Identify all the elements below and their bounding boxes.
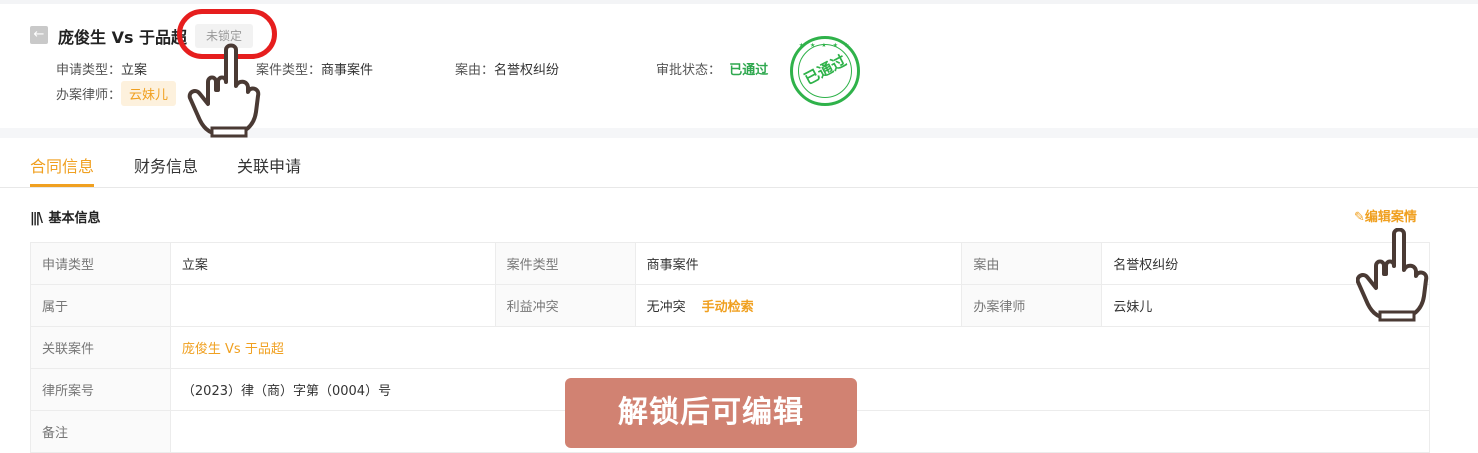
meta-label: 案由： — [455, 63, 495, 78]
manual-search-link[interactable]: 手动检索 — [702, 300, 754, 315]
table-row: 申请类型 立案 案件类型 商事案件 案由 名誉权纠纷 — [30, 242, 1430, 285]
field-value: 立案 — [169, 242, 496, 285]
field-label: 申请类型 — [30, 242, 171, 285]
meta-label: 办案律师： — [56, 88, 122, 103]
meta-value: 名誉权纠纷 — [494, 63, 560, 78]
meta-cause: 案由：名誉权纠纷 — [455, 59, 559, 78]
active-tab-indicator — [30, 184, 94, 187]
field-value: 商事案件 — [634, 242, 963, 285]
tab-contract-info[interactable]: 合同信息 — [30, 153, 94, 177]
lawyer-tag: 云妹儿 — [121, 81, 177, 106]
arrow-left-icon[interactable]: ← — [30, 26, 48, 44]
unlock-hint-banner: 解锁后可编辑 — [565, 378, 857, 448]
field-label: 案件类型 — [494, 242, 636, 285]
tab-finance-info[interactable]: 财务信息 — [134, 153, 198, 177]
field-label: 备注 — [30, 410, 171, 453]
pointing-hand-icon — [1356, 228, 1429, 322]
meta-label: 申请类型： — [56, 63, 122, 78]
meta-approval: 审批状态： 已通过 — [656, 59, 768, 78]
bars-icon: |||\ — [30, 211, 43, 226]
tab-bar: 合同信息 财务信息 关联申请 — [0, 138, 1478, 188]
meta-label: 审批状态： — [656, 63, 722, 78]
meta-case-type: 案件类型：商事案件 — [256, 59, 373, 78]
field-value — [169, 284, 496, 327]
case-title: 庞俊生 Vs 于品超 — [58, 28, 188, 47]
pointing-hand-icon — [187, 43, 261, 138]
pencil-icon: ✎ — [1354, 210, 1365, 225]
conflict-value: 无冲突 — [646, 300, 686, 315]
field-label: 案由 — [961, 242, 1103, 285]
meta-value: 立案 — [121, 63, 148, 78]
field-value: 庞俊生 Vs 于品超 — [169, 326, 1431, 369]
table-row: 关联案件 庞俊生 Vs 于品超 — [30, 326, 1431, 369]
approval-status: 已通过 — [729, 63, 769, 78]
section-title: |||\ 基本信息 — [30, 207, 101, 226]
case-detail-page: ← 庞俊生 Vs 于品超 未锁定 申请类型：立案 案件类型：商事案件 案由：名誉… — [0, 0, 1478, 453]
table-row: 属于 利益冲突 无冲突 手动检索 办案律师 云妹儿 — [30, 284, 1430, 327]
edit-case-button[interactable]: ✎编辑案情 — [1354, 206, 1417, 225]
field-value-conflict: 无冲突 手动检索 — [634, 284, 963, 327]
meta-application-type: 申请类型：立案 — [56, 59, 147, 78]
field-label: 律所案号 — [30, 368, 171, 411]
tab-related-applications[interactable]: 关联申请 — [237, 153, 301, 177]
meta-value: 商事案件 — [321, 63, 374, 78]
edit-case-label: 编辑案情 — [1364, 210, 1417, 225]
field-label: 属于 — [30, 284, 171, 327]
section-title-text: 基本信息 — [48, 211, 101, 226]
field-label: 利益冲突 — [494, 284, 636, 327]
related-case-link[interactable]: 庞俊生 Vs 于品超 — [182, 342, 284, 357]
field-label: 关联案件 — [30, 326, 171, 369]
approved-stamp: ★ ★ ★ ★ ★ 已通过 — [790, 36, 860, 106]
field-label: 办案律师 — [961, 284, 1103, 327]
meta-lawyer: 办案律师： 云妹儿 — [56, 81, 177, 106]
